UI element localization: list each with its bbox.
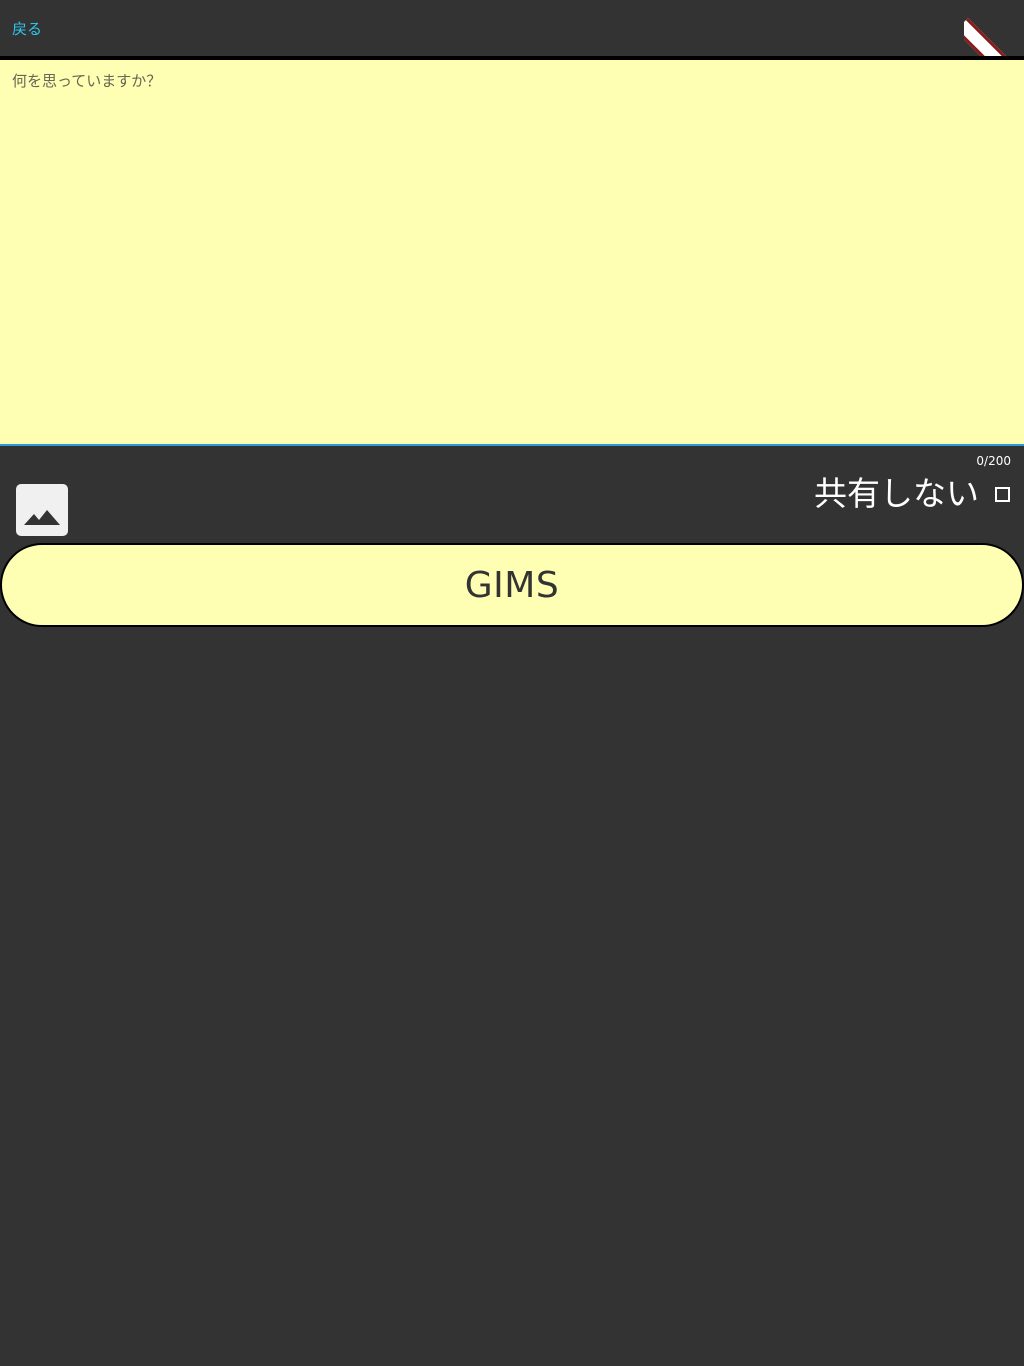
post-editor	[0, 60, 1024, 446]
gims-button-label: GIMS	[464, 564, 560, 606]
debug-banner-stripe	[964, 18, 1024, 60]
post-text-input[interactable]	[12, 70, 1012, 430]
add-image-button[interactable]	[16, 484, 68, 536]
share-toggle-row: 共有しない	[814, 472, 1010, 516]
character-counter: 0/200	[976, 454, 1011, 468]
share-checkbox[interactable]	[995, 486, 1010, 502]
back-link[interactable]: 戻る	[12, 19, 42, 39]
share-label: 共有しない	[814, 474, 979, 513]
debug-banner	[964, 0, 1024, 60]
post-screen: 戻る 0/200 共有しない GIMS	[0, 0, 1024, 1366]
top-bar: 戻る	[0, 0, 1024, 60]
gims-button[interactable]: GIMS	[0, 543, 1024, 627]
